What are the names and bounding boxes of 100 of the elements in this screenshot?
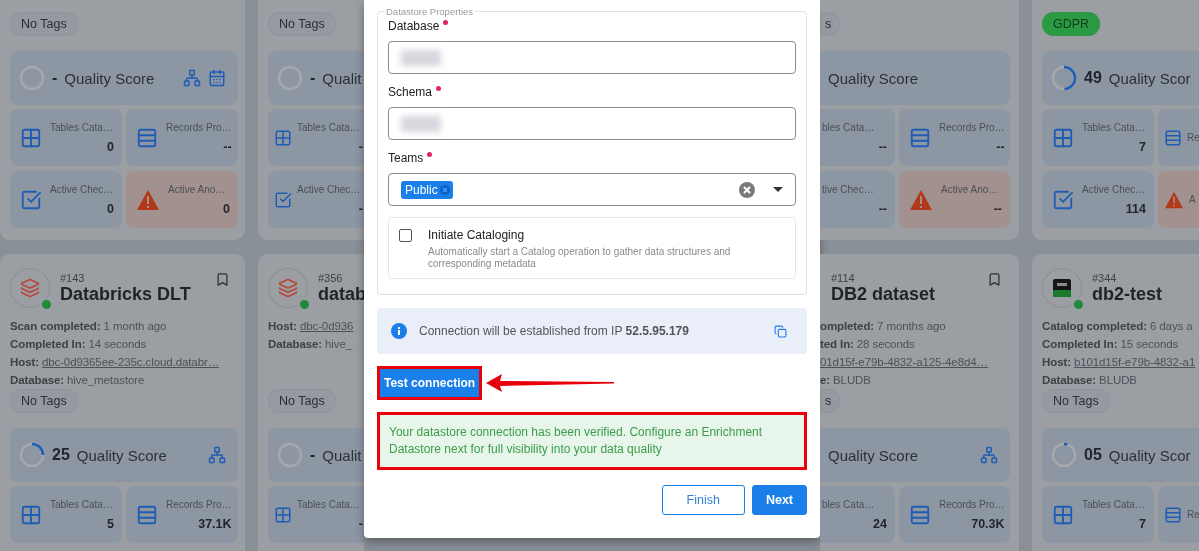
stat-label: Tables Cata… [297,121,361,134]
quality-score-label: Quality Score [828,446,920,464]
teams-select[interactable]: Public [388,173,796,206]
field-label: Database [388,19,440,33]
meta-line: Host: dbc-0d936 [268,319,355,334]
group-legend: Datastore Properties [384,6,476,17]
stat-label: bles Cata… [822,498,876,511]
stat-value: -- [878,140,887,154]
stat-label: Active Chec… [1082,183,1146,196]
field-label: Schema [388,85,433,99]
stat-label: Records Pro… [166,498,232,511]
copy-icon[interactable] [774,324,787,338]
stat-value: - [358,202,363,216]
stat-label: Tables Cata… [1082,498,1146,511]
quality-score-value: - [52,69,58,87]
quality-score-label: Quality Scor [1108,446,1192,464]
quality-score-label: Quality Score [828,69,920,87]
input-field[interactable] [388,107,796,140]
caret-icon[interactable] [773,186,783,193]
score-ring [19,442,45,468]
info-icon [391,323,407,339]
datastore-number: #356 [318,271,344,284]
input-field[interactable] [388,41,796,74]
meta-line: Host: b101d15f-e79b-4832-a1 [1042,355,1197,370]
checkbox-description: Automatically start a Catalog operation to gather data structures and corresponding metadata [428,246,732,270]
rows-icon [1164,505,1182,524]
stat-value: 114 [1125,202,1146,216]
table-icon [274,505,292,524]
hierarchy-icon[interactable] [183,69,201,87]
stat-label: Tables Cata… [50,121,114,134]
checkbox[interactable] [399,229,412,242]
tag-pill: No Tags [10,389,78,413]
quality-score-label: Qualit [322,446,363,464]
meta-line: Scan completed: 1 month ago [10,319,168,334]
quality-score-label: Quality Score [76,446,168,464]
score-ring [19,65,45,91]
datastore-number: #114 [831,271,856,284]
stat-value: 7 [1139,517,1146,531]
success-message: Your datastore connection has been verified. Configure an Enrichment Datastore next for full visibility into your data quality [377,412,807,470]
stat-value: 5 [107,517,114,531]
bookmark-icon[interactable] [215,272,230,287]
quality-score-value: - [310,446,316,464]
meta-line: ompleted: 7 months ago [820,319,947,334]
datastore-title[interactable]: db2-test [1092,283,1199,305]
table-icon [20,503,42,526]
score-ring [277,65,303,91]
meta-line: Database: hive_ [268,337,354,352]
bookmark-icon[interactable] [987,272,1002,287]
stat-value: 0 [107,202,114,216]
quality-score-value: 49 [1084,69,1102,87]
finish-button[interactable]: Finish [661,485,745,515]
tag-pill: s [820,389,841,413]
stat-value: 70.3K [971,517,1005,531]
checklist-icon [20,188,42,211]
stat-label: Active Chec… [297,183,362,196]
next-button[interactable]: Next [751,485,807,515]
stat-label: Re [1187,131,1199,144]
test-connection-button[interactable]: Test connection [377,366,483,400]
layers-icon [278,278,298,298]
stat-label: Tables Cata… [1082,121,1146,134]
tag-pill: No Tags [1042,389,1110,413]
quality-score-label: Quality Scor [1108,69,1192,87]
quality-score-label: Qualit [322,69,363,87]
meta-line: Database: BLUDB [1042,373,1138,388]
meta-line: ted In: 28 seconds [820,337,916,352]
datastore-title[interactable]: DB2 dataset [831,283,977,305]
score-ring [277,442,303,468]
meta-line: Database: hive_metastore [10,373,146,388]
quality-score-value: 25 [52,446,70,464]
stat-label: Records Pro… [166,121,232,134]
field-label: Teams [388,151,424,165]
rows-icon [1164,128,1182,147]
meta-line: Host: dbc-0d9365ee-235c.cloud.databr… [10,355,221,370]
score-ring [1051,442,1077,468]
datastore-number: #344 [1092,271,1118,284]
stat-label: Active Ano… [168,183,227,196]
stat-value: -- [223,140,232,154]
clear-icon[interactable] [739,181,755,198]
stat-value: -- [996,140,1005,154]
meta-line: 01d15f-e79b-4832-a125-4e8d4… [820,355,989,370]
calendar-icon[interactable] [208,69,226,87]
stat-label: Tables Cata… [297,498,361,511]
stat-value: -- [993,202,1002,216]
rows-icon [136,503,158,526]
stat-label: Records Pro… [939,498,1005,511]
quality-score-value: - [310,69,316,87]
ip-info-text: Connection will be established from IP 52.5.95.179 [419,324,690,338]
datastore-title[interactable]: Databricks DLT [60,283,205,305]
warning-icon [1164,190,1184,209]
stat-value: - [358,517,363,531]
hierarchy-icon[interactable] [208,446,226,464]
layers-icon [20,278,40,298]
stat-value: 0 [223,202,230,216]
rows-icon [909,503,931,526]
stat-value: 24 [873,517,887,531]
rows-icon [909,126,931,149]
hierarchy-icon[interactable] [980,446,998,464]
remove-icon[interactable] [439,184,450,195]
tag-pill: No Tags [268,12,336,36]
meta-line: Completed In: 15 seconds [1042,337,1180,352]
